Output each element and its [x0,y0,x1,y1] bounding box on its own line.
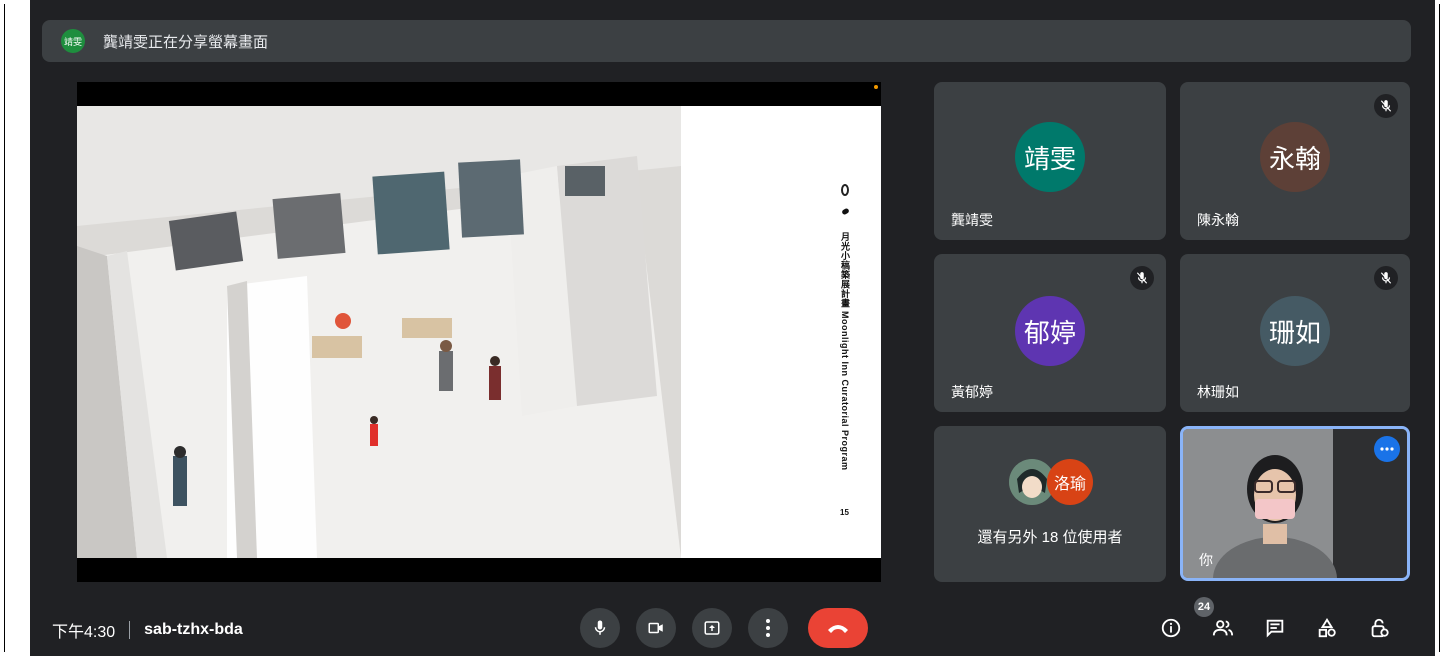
moon-logo-icon [841,184,849,196]
presenter-avatar: 靖雯 [61,29,85,53]
chat-icon [1266,619,1284,638]
more-vert-icon [766,619,770,637]
mic-off-icon [1374,94,1398,118]
participant-avatar: 珊如 [1260,296,1330,366]
chat-button[interactable] [1261,614,1289,642]
participant-avatar: 郁婷 [1015,296,1085,366]
current-time: 下午4:30 [52,624,116,641]
shared-screen[interactable]: 月光小稿築展計畫 Moonlight Inn Curatorial Progra… [77,82,881,582]
people-icon [1212,620,1234,636]
info-icon [1161,618,1181,638]
mic-icon [594,620,606,635]
participant-name: 陳永翰 [1197,212,1239,228]
others-count-text: 還有另外 18 位使用者 [977,529,1123,546]
more-options-button[interactable] [1374,436,1400,462]
host-controls-button[interactable] [1365,614,1393,642]
meet-window: 靖雯 龔靖雯正在分享螢幕畫面 月光小稿築展計畫 Moonlight Inn Cu… [30,0,1435,656]
gallery-model-photo [77,106,681,558]
others-avatar: 洛瑜 [1047,459,1093,505]
people-button[interactable] [1209,614,1237,642]
meeting-details-button[interactable] [1157,614,1185,642]
participant-avatar: 靖雯 [1015,122,1085,192]
recording-dot [874,85,878,89]
meeting-info: 下午4:30 sab-tzhx-bda [52,618,243,642]
self-video-tile[interactable]: 你 [1180,426,1410,581]
activities-icon [1318,618,1336,638]
participant-tile[interactable]: 珊如 林珊如 [1180,254,1410,412]
more-options-menu-button[interactable] [748,608,788,648]
activities-button[interactable] [1313,614,1341,642]
presenting-banner: 靖雯 龔靖雯正在分享螢幕畫面 [42,20,1411,62]
participant-tile[interactable]: 靖雯 龔靖雯 [934,82,1166,240]
host-controls-icon [1371,618,1389,638]
mic-off-icon [1130,266,1154,290]
mic-button[interactable] [580,608,620,648]
others-tile[interactable]: 洛瑜 還有另外 18 位使用者 [934,426,1166,582]
camera-button[interactable] [636,608,676,648]
bottom-toolbar: 下午4:30 sab-tzhx-bda [30,600,1435,656]
participant-name: 龔靖雯 [951,212,993,228]
mic-off-icon [1374,266,1398,290]
participant-tile[interactable]: 郁婷 黃郁婷 [934,254,1166,412]
self-name: 你 [1199,552,1213,568]
present-icon [704,621,720,635]
slide-text-column: 月光小稿築展計畫 Moonlight Inn Curatorial Progra… [681,106,881,558]
slide-vertical-title: 月光小稿築展計畫 Moonlight Inn Curatorial Progra… [840,232,850,471]
present-button[interactable] [692,608,732,648]
participant-tile[interactable]: 永翰 陳永翰 [1180,82,1410,240]
hangup-icon [828,625,848,633]
meeting-code[interactable]: sab-tzhx-bda [144,621,243,639]
slide-page-number: 15 [840,508,849,517]
divider [129,621,131,639]
camera-icon [648,622,663,634]
leave-call-button[interactable] [808,608,868,648]
participant-avatar: 永翰 [1260,122,1330,192]
presenting-text: 龔靖雯正在分享螢幕畫面 [103,33,269,51]
participant-name: 林珊如 [1197,384,1239,400]
participant-name: 黃郁婷 [951,384,993,400]
moon-mark-icon [841,207,850,216]
presentation-slide: 月光小稿築展計畫 Moonlight Inn Curatorial Progra… [77,106,881,558]
